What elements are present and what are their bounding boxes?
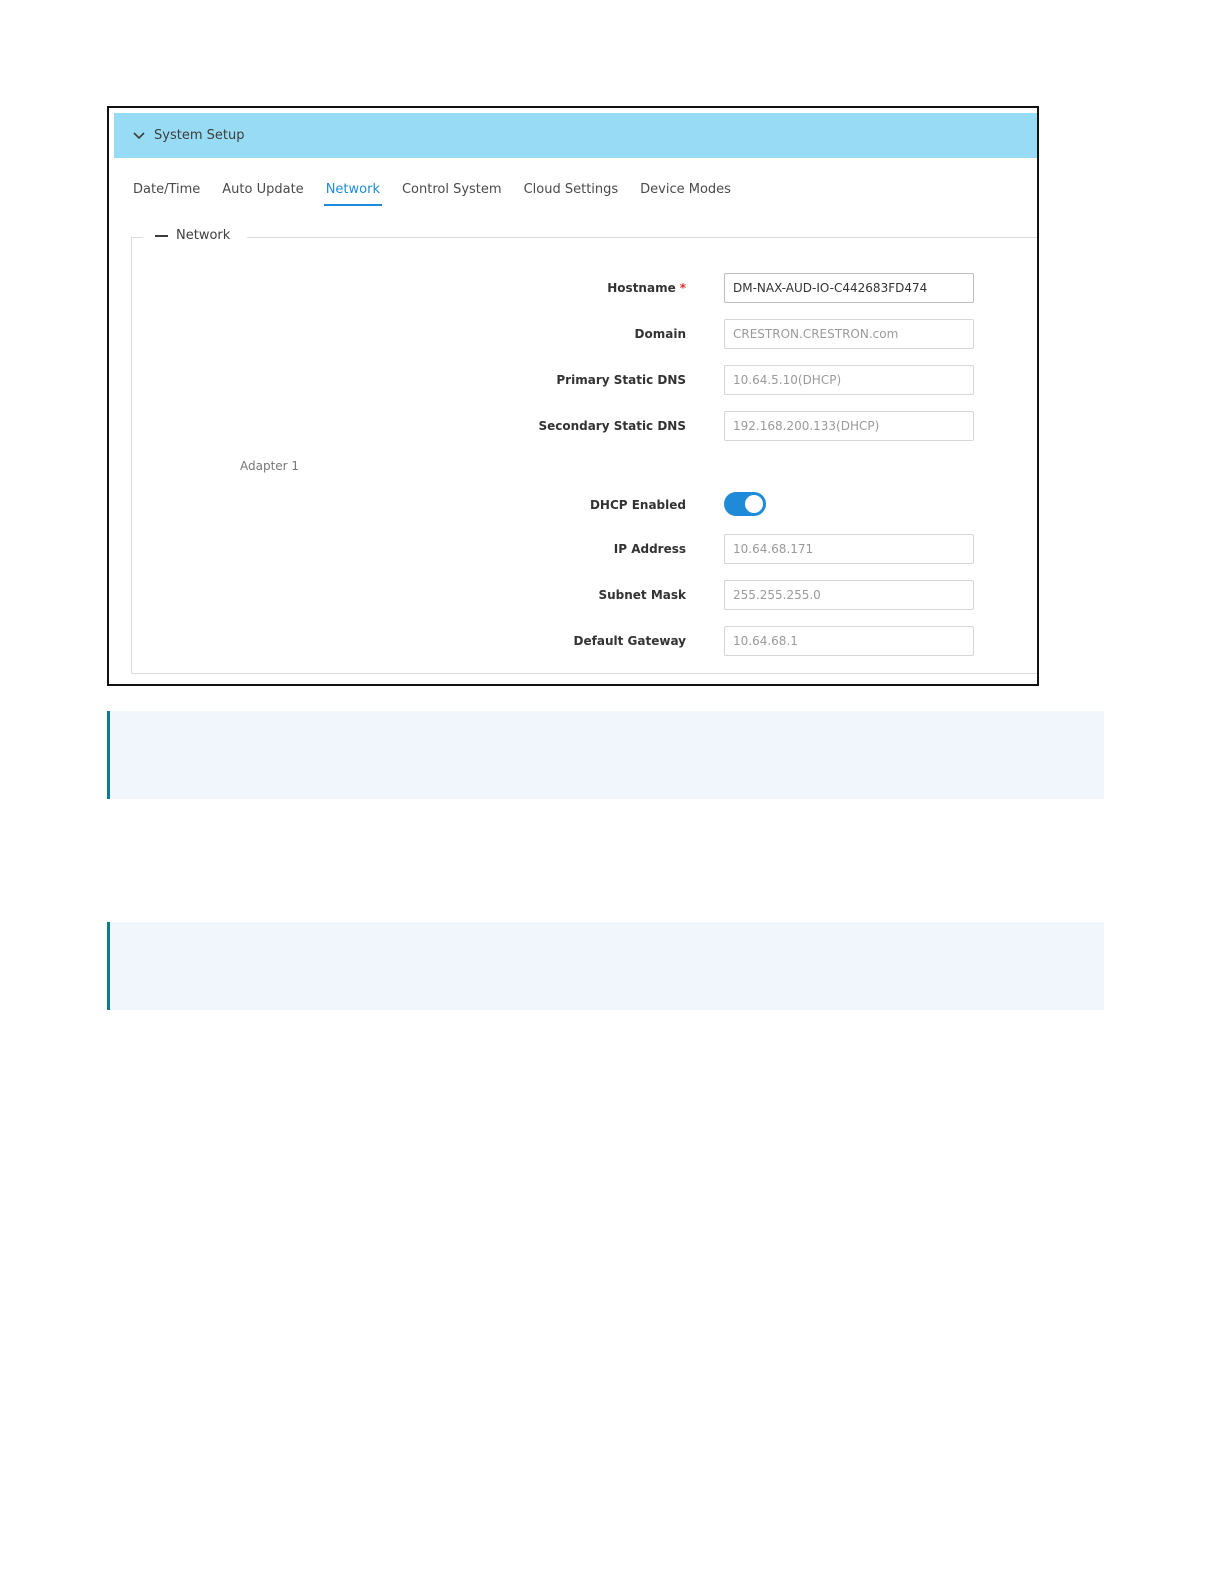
- secondary-dns-input[interactable]: 192.168.200.133(DHCP): [724, 411, 974, 441]
- system-setup-header[interactable]: System Setup: [114, 113, 1037, 158]
- tab-auto-update[interactable]: Auto Update: [220, 180, 305, 206]
- fieldset-border-top-right: [247, 237, 1037, 238]
- subnet-mask-row: Subnet Mask 255.255.255.0: [109, 580, 1037, 612]
- section-title: System Setup: [154, 128, 245, 143]
- chevron-down-icon[interactable]: [132, 129, 146, 143]
- secondary-dns-row: Secondary Static DNS 192.168.200.133(DHC…: [109, 411, 1037, 443]
- hostname-input[interactable]: DM-NAX-AUD-IO-C442683FD474: [724, 273, 974, 303]
- screenshot-frame: System Setup Date/Time Auto Update Netwo…: [107, 106, 1039, 686]
- default-gateway-input[interactable]: 10.64.68.1: [724, 626, 974, 656]
- tab-bar: Date/Time Auto Update Network Control Sy…: [131, 180, 751, 206]
- note-box: [107, 711, 1104, 799]
- hostname-row: Hostname * DM-NAX-AUD-IO-C442683FD474: [109, 273, 1037, 305]
- tab-control-system[interactable]: Control System: [400, 180, 504, 206]
- ip-address-label: IP Address: [613, 542, 686, 556]
- note-box: [107, 922, 1104, 1010]
- domain-input[interactable]: CRESTRON.CRESTRON.com: [724, 319, 974, 349]
- default-gateway-label: Default Gateway: [573, 634, 686, 648]
- ip-address-input[interactable]: 10.64.68.171: [724, 534, 974, 564]
- tab-date-time[interactable]: Date/Time: [131, 180, 202, 206]
- hostname-label: Hostname *: [607, 281, 686, 295]
- dhcp-row: DHCP Enabled: [109, 492, 1037, 524]
- domain-row: Domain CRESTRON.CRESTRON.com: [109, 319, 1037, 351]
- dhcp-label: DHCP Enabled: [589, 498, 686, 512]
- toggle-knob: [745, 495, 763, 513]
- tab-device-modes[interactable]: Device Modes: [638, 180, 733, 206]
- network-legend[interactable]: Network: [155, 228, 230, 243]
- subnet-mask-input[interactable]: 255.255.255.0: [724, 580, 974, 610]
- secondary-dns-label: Secondary Static DNS: [538, 419, 686, 433]
- ip-address-row: IP Address 10.64.68.171: [109, 534, 1037, 566]
- dhcp-toggle[interactable]: [724, 492, 766, 516]
- primary-dns-row: Primary Static DNS 10.64.5.10(DHCP): [109, 365, 1037, 397]
- primary-dns-label: Primary Static DNS: [556, 373, 686, 387]
- collapse-minus-icon[interactable]: [155, 234, 168, 237]
- required-asterisk: *: [679, 281, 686, 295]
- hostname-label-text: Hostname: [607, 281, 676, 295]
- tab-cloud-settings[interactable]: Cloud Settings: [522, 180, 621, 206]
- domain-label: Domain: [634, 327, 686, 341]
- legend-label: Network: [176, 228, 231, 243]
- default-gateway-row: Default Gateway 10.64.68.1: [109, 626, 1037, 658]
- subnet-mask-label: Subnet Mask: [598, 588, 686, 602]
- adapter-label: Adapter 1: [240, 459, 300, 473]
- tab-network[interactable]: Network: [323, 180, 382, 206]
- fieldset-border-top-left: [131, 237, 143, 238]
- primary-dns-input[interactable]: 10.64.5.10(DHCP): [724, 365, 974, 395]
